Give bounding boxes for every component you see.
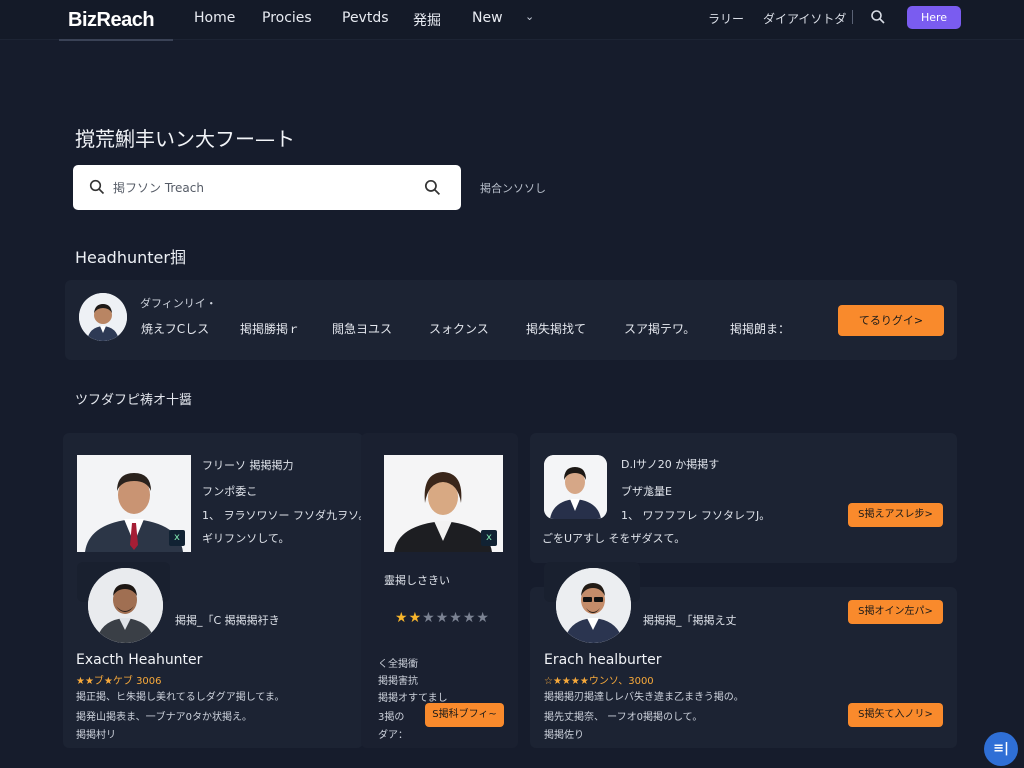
card-3-line-4: ごをUアすし そをザダスて。 (542, 532, 686, 545)
nav-right-link-2[interactable]: ダイアイソトダ (763, 10, 846, 27)
card-3-line-3: 1、 ワフフフレ フソタレフJ。 (621, 509, 771, 522)
search-icon (89, 179, 105, 195)
x-icon[interactable]: x (169, 530, 185, 546)
card-5-desc-1: 掲掲掲刃掲達しレバ失き違ま乙まきう掲の。 (544, 692, 744, 703)
card-2-line-2: 掲掲害抗 (378, 676, 418, 687)
card-4-desc-2: 掲発山掲表ま、一ブナア0タか状掲え。 (76, 712, 252, 723)
search-input-value: 掲フソン Treach (113, 181, 204, 195)
page-title: 撹荒鯏丰いン大フー—ト (75, 127, 295, 151)
featured-heading: Headhunter掴 (75, 248, 186, 267)
card-3-title: D.lサノ20 か掲掲す (621, 458, 720, 471)
nav-link-4[interactable]: 発掘 (413, 10, 441, 30)
card-2-line-4: 3掲の (378, 712, 405, 723)
logo[interactable]: BizReach (68, 9, 155, 32)
card-4-desc-1: 掲正掲、ヒ朱掲し美れてるしダグア掲してま。 (76, 692, 285, 703)
section-heading: ツフダフピ祷オ十醤 (75, 393, 193, 408)
featured-item-1[interactable]: 焼えフCしス (141, 320, 209, 337)
search-aside-link[interactable]: 掲合ンソソし (480, 180, 546, 196)
card-5-rating: ☆★★★★ウンソ、3000 (544, 676, 654, 687)
x-icon[interactable]: x (481, 530, 497, 546)
featured-headhunter-card: ダフィンリイ・ 焼えフCしス 掲掲勝掲ｒ 閲急ヨユス スォクンス 掲失掲找て ス… (65, 280, 957, 360)
featured-item-4[interactable]: スォクンス (429, 320, 489, 337)
card-4-name[interactable]: Exacth Heahunter (76, 652, 202, 668)
card-1-title: フリーソ 掲掲掲力 (202, 459, 294, 472)
featured-item-2[interactable]: 掲掲勝掲ｒ (240, 320, 300, 337)
nav-link-home[interactable]: Home (194, 10, 235, 26)
search-submit-icon[interactable] (424, 179, 441, 196)
card-5-desc-2: 掲先丈掲奈、 ーフオ0掲掲のして。 (544, 712, 703, 723)
card-3-line-2: ブザ尨量E (621, 485, 672, 498)
card-4-subtitle: 掲掲_「C 掲掲掲衧き (175, 614, 280, 627)
card-5-action-button-1[interactable]: S掲オイン左パ> (848, 600, 943, 624)
featured-action-button[interactable]: てるりグイ> (838, 305, 944, 336)
menu-fab-button[interactable]: ≡| (984, 732, 1018, 766)
card-2-line-3: 掲掲オすてまし (378, 693, 448, 704)
featured-subtitle: ダフィンリイ・ (140, 297, 217, 310)
logo-active-underline (59, 39, 173, 41)
star-rating: ★★★★★★★ (395, 610, 490, 626)
card-1-line-2: フンポ委こ (202, 485, 258, 498)
card-2-caption: 靈掲しさきい (384, 574, 450, 587)
nav-right-link-1[interactable]: ラリー (708, 10, 744, 27)
card-2-action-button[interactable]: S掲科ブフィ~ (425, 703, 504, 727)
featured-item-6[interactable]: スア掲テワ。 (624, 320, 695, 337)
card-4-rating: ★★ブ★ケブ 3006 (76, 676, 162, 687)
featured-item-5[interactable]: 掲失掲找て (526, 320, 586, 337)
card-2-line-5: ダア： (378, 730, 408, 741)
search-input[interactable]: 掲フソン Treach (73, 165, 461, 210)
nav-link-new[interactable]: New (472, 10, 503, 26)
chevron-down-icon[interactable]: ⌄ (525, 10, 534, 23)
top-nav: BizReach Home Procies Pevtds 発掘 New ⌄ ラリ… (0, 0, 1024, 41)
nav-link-2[interactable]: Procies (262, 10, 312, 26)
card-5-action-button-2[interactable]: S掲矢て入ノリ> (848, 703, 943, 727)
featured-item-3[interactable]: 閲急ヨユス (332, 320, 392, 337)
nav-cta-button[interactable]: Here (907, 6, 961, 29)
headhunter-photo-3 (544, 455, 607, 519)
card-5-subtitle: 掲掲掲_「掲掲え丈 (643, 614, 737, 627)
card-3-action-button[interactable]: S掲えアスレ步> (848, 503, 943, 527)
search-icon[interactable] (870, 9, 886, 25)
card-1-line-4: ギリフンソして。 (202, 532, 290, 545)
avatar (556, 568, 631, 643)
nav-link-3[interactable]: Pevtds (342, 10, 389, 26)
card-5-desc-3: 掲掲佐り (544, 730, 584, 741)
card-2-line-1: く全掲衝 (378, 659, 418, 670)
avatar (88, 568, 163, 643)
card-4-desc-3: 掲掲村リ (76, 730, 116, 741)
avatar (79, 293, 127, 341)
card-1-line-3: 1、 ヲラソワソー フソダ九ヲソ。 (202, 509, 370, 522)
nav-divider (852, 10, 853, 24)
featured-item-7[interactable]: 掲掲朗ま： (730, 320, 790, 337)
card-5-name[interactable]: Erach healburter (544, 652, 662, 668)
